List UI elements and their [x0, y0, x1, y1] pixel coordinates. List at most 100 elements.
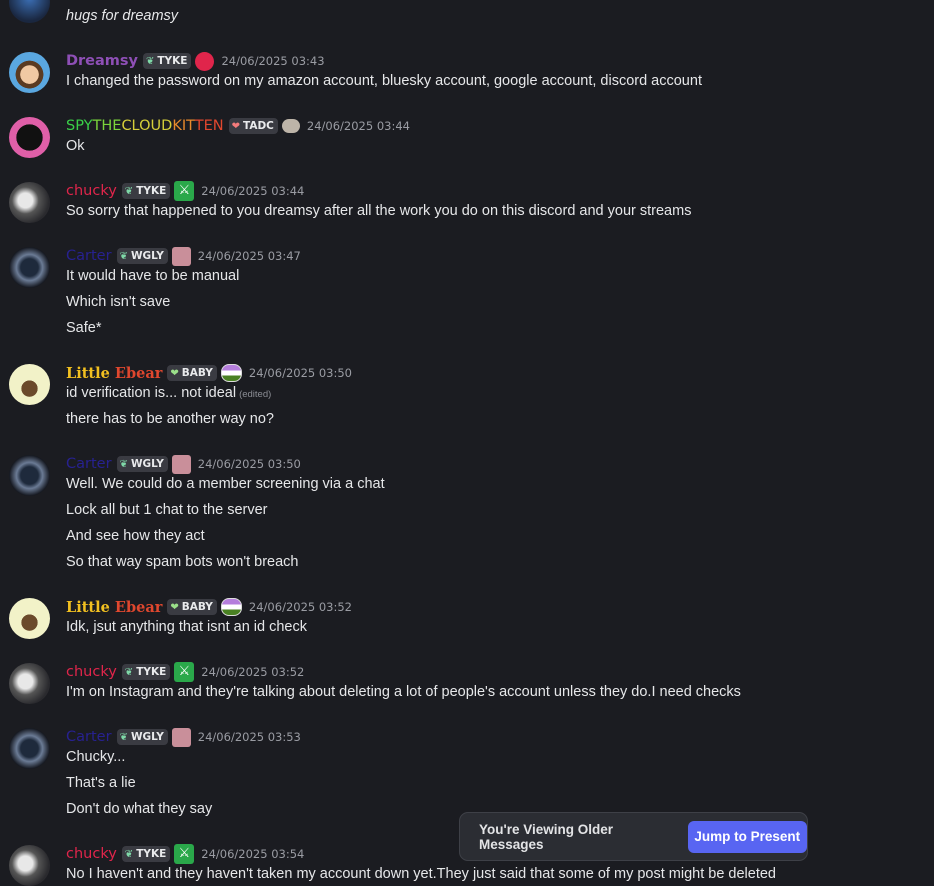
message-header: Carter ❦ WGLY 24/06/2025 03:50: [66, 454, 301, 474]
server-tag[interactable]: ❦ WGLY: [116, 729, 168, 745]
username[interactable]: chucky: [66, 846, 117, 862]
sword-icon: ⚔: [174, 181, 195, 201]
server-tag[interactable]: ❦ TYKE: [121, 846, 171, 862]
jump-to-present-button[interactable]: Jump to Present: [687, 820, 807, 853]
server-tag[interactable]: ❤ BABY: [167, 365, 217, 381]
username[interactable]: Dreamsy: [66, 53, 138, 69]
avatar[interactable]: [9, 663, 50, 704]
message-text: Lock all but 1 chat to the server: [66, 502, 268, 518]
message-text: I'm on Instagram and they're talking abo…: [66, 684, 741, 700]
message-text: So sorry that happened to you dreamsy af…: [66, 203, 692, 219]
leaf-icon: ❦: [119, 731, 128, 743]
message-text: id verification is... not ideal (edited): [66, 385, 272, 401]
heart-icon: ❤: [231, 120, 240, 132]
avatar[interactable]: [9, 455, 50, 496]
avatar[interactable]: [9, 728, 50, 769]
timestamp[interactable]: 24/06/2025 03:54: [201, 847, 304, 861]
tag-label: WGLY: [130, 458, 164, 470]
message-header: SPYTHECLOUDKITTEN ❤ TADC 24/06/2025 03:44: [66, 116, 410, 136]
message-text: I changed the password on my amazon acco…: [66, 73, 702, 89]
pride-flag-icon: [220, 364, 242, 382]
server-tag[interactable]: ❤ BABY: [167, 599, 217, 615]
timestamp[interactable]: 24/06/2025 03:43: [221, 54, 324, 68]
timestamp[interactable]: 24/06/2025 03:44: [307, 119, 410, 133]
username[interactable]: Carter: [66, 729, 112, 745]
leaf-icon: ❦: [119, 458, 128, 470]
tag-label: WGLY: [130, 250, 164, 262]
leaf-icon: ❦: [124, 848, 134, 860]
character-icon: [171, 727, 191, 747]
timestamp[interactable]: 24/06/2025 03:53: [198, 730, 301, 744]
username[interactable]: Little Ebear: [66, 599, 162, 616]
sword-icon: ⚔: [174, 844, 195, 864]
tag-label: BABY: [181, 601, 213, 613]
tag-label: TYKE: [157, 55, 188, 67]
older-messages-banner: You're Viewing Older Messages Jump to Pr…: [459, 812, 808, 861]
leaf-icon: ❦: [124, 666, 134, 678]
character-icon: [171, 454, 191, 474]
message-text: And see how they act: [66, 528, 205, 544]
message-header: Little Ebear ❤ BABY 24/06/2025 03:50: [66, 363, 352, 383]
message-text: there has to be another way no?: [66, 411, 274, 427]
server-tag[interactable]: ❦ WGLY: [116, 456, 168, 472]
avatar[interactable]: [9, 364, 50, 405]
avatar[interactable]: [9, 845, 50, 886]
username[interactable]: Carter: [66, 456, 112, 472]
timestamp[interactable]: 24/06/2025 03:47: [198, 249, 301, 263]
message-text: Safe*: [66, 320, 102, 336]
avatar[interactable]: [9, 117, 50, 158]
message-text: Idk, jsut anything that isnt an id check: [66, 619, 307, 635]
leaf-icon: ❦: [124, 185, 134, 197]
message-text: hugs for dreamsy: [66, 8, 179, 24]
server-tag[interactable]: ❤ TADC: [228, 118, 278, 134]
avatar[interactable]: [9, 0, 50, 23]
username[interactable]: Little Ebear: [66, 365, 162, 382]
tag-label: TYKE: [136, 666, 167, 678]
server-tag[interactable]: ❦ TYKE: [143, 53, 192, 69]
cat-icon: [281, 119, 300, 133]
timestamp[interactable]: 24/06/2025 03:44: [201, 184, 304, 198]
message-text: That's a lie: [66, 775, 136, 791]
edited-label: (edited): [239, 389, 272, 400]
avatar[interactable]: [9, 247, 50, 288]
tag-label: TADC: [242, 120, 274, 132]
tag-label: BABY: [181, 367, 213, 379]
message-header: Little Ebear ❤ BABY 24/06/2025 03:52: [66, 597, 352, 617]
username[interactable]: Carter: [66, 248, 112, 264]
timestamp[interactable]: 24/06/2025 03:52: [249, 600, 352, 614]
message-text: So that way spam bots won't breach: [66, 554, 299, 570]
tag-label: WGLY: [130, 731, 164, 743]
tag-label: TYKE: [136, 848, 167, 860]
heart-icon: ❤: [170, 367, 179, 379]
server-tag[interactable]: ❦ TYKE: [121, 183, 171, 199]
server-tag[interactable]: ❦ WGLY: [116, 248, 168, 264]
message-header: chucky ❦ TYKE ⚔ 24/06/2025 03:54: [66, 844, 304, 864]
message-text: Don't do what they say: [66, 801, 213, 817]
message-text: Which isn't save: [66, 294, 171, 310]
message-header: chucky ❦ TYKE ⚔ 24/06/2025 03:44: [66, 181, 304, 201]
message-feed: hugs for dreamsy Dreamsy ❦ TYKE 24/06/202…: [0, 0, 934, 886]
message-text: Ok: [66, 138, 85, 154]
message-header: chucky ❦ TYKE ⚔ 24/06/2025 03:52: [66, 662, 304, 682]
timestamp[interactable]: 24/06/2025 03:50: [198, 457, 301, 471]
avatar[interactable]: [9, 52, 50, 93]
avatar[interactable]: [9, 182, 50, 223]
leaf-icon: ❦: [146, 55, 155, 67]
message-text: No I haven't and they haven't taken my a…: [66, 866, 776, 882]
username[interactable]: SPYTHECLOUDKITTEN: [66, 118, 224, 134]
message-header: Carter ❦ WGLY 24/06/2025 03:47: [66, 246, 301, 266]
heart-icon: ❤: [170, 601, 179, 613]
sword-icon: ⚔: [174, 662, 195, 682]
timestamp[interactable]: 24/06/2025 03:50: [249, 366, 352, 380]
username[interactable]: chucky: [66, 664, 117, 680]
username[interactable]: chucky: [66, 183, 117, 199]
role-icon: [195, 51, 215, 71]
message-text: Chucky...: [66, 749, 126, 765]
leaf-icon: ❦: [119, 250, 128, 262]
pride-flag-icon: [220, 598, 242, 616]
older-messages-label: You're Viewing Older Messages: [479, 821, 613, 852]
server-tag[interactable]: ❦ TYKE: [121, 664, 171, 680]
avatar[interactable]: [9, 598, 50, 639]
timestamp[interactable]: 24/06/2025 03:52: [201, 665, 304, 679]
tag-label: TYKE: [136, 185, 167, 197]
